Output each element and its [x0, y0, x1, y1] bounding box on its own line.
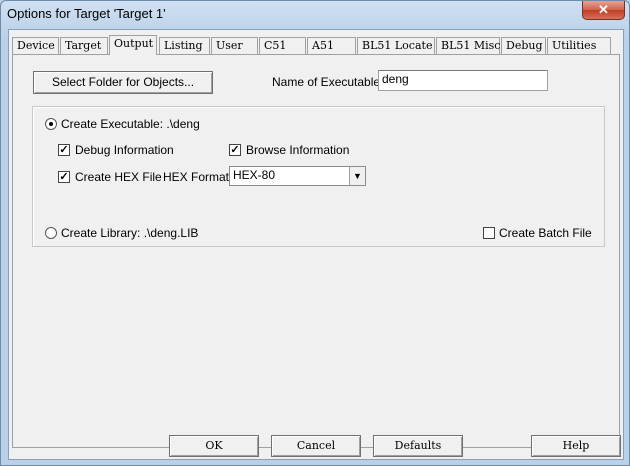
close-icon: ✕ — [598, 2, 609, 17]
radio-selected-dot — [49, 122, 53, 126]
hex-format-select[interactable]: HEX-80 ▼ — [229, 166, 366, 186]
tab-user[interactable]: User — [211, 37, 258, 54]
debug-information-checkbox[interactable]: ✓ — [58, 144, 70, 156]
chevron-down-icon[interactable]: ▼ — [349, 167, 365, 185]
create-hex-file-checkbox[interactable]: ✓ — [58, 171, 70, 183]
create-executable-label: Create Executable: .\deng — [61, 117, 200, 131]
create-library-label: Create Library: .\deng.LIB — [61, 226, 199, 240]
output-options-group: Create Executable: .\deng ✓ Debug Inform… — [32, 106, 605, 247]
cancel-button[interactable]: Cancel — [271, 435, 361, 457]
tab-bl51-locate[interactable]: BL51 Locate — [357, 37, 435, 54]
tab-c51[interactable]: C51 — [259, 37, 306, 54]
dialog-body: Device Target Output Listing User C51 A5… — [8, 29, 624, 460]
ok-button[interactable]: OK — [169, 435, 259, 457]
tab-a51[interactable]: A51 — [307, 37, 356, 54]
hex-format-label: HEX Format: — [163, 170, 233, 184]
help-button[interactable]: Help — [531, 435, 621, 457]
output-tab-page: Select Folder for Objects... Name of Exe… — [12, 54, 620, 448]
browse-information-checkbox[interactable]: ✓ — [229, 144, 241, 156]
tab-utilities[interactable]: Utilities — [547, 37, 611, 54]
create-batch-file-label: Create Batch File — [499, 226, 592, 240]
create-hex-file-label: Create HEX File — [75, 170, 162, 184]
options-dialog: Options for Target 'Target 1' ✕ Device T… — [0, 0, 630, 466]
title-bar[interactable]: Options for Target 'Target 1' ✕ — [1, 1, 630, 29]
create-executable-radio[interactable] — [45, 118, 57, 130]
name-of-executable-label: Name of Executable: — [272, 75, 384, 89]
tab-listing[interactable]: Listing — [159, 37, 210, 54]
tab-target[interactable]: Target — [60, 37, 108, 54]
create-batch-file-checkbox[interactable] — [483, 227, 495, 239]
select-folder-button[interactable]: Select Folder for Objects... — [33, 71, 213, 94]
tab-device[interactable]: Device — [12, 37, 59, 54]
executable-name-input[interactable]: deng — [378, 70, 548, 91]
tab-debug[interactable]: Debug — [501, 37, 546, 54]
window-title: Options for Target 'Target 1' — [7, 6, 166, 21]
hex-format-value: HEX-80 — [233, 168, 276, 182]
debug-information-label: Debug Information — [75, 143, 174, 157]
tab-output[interactable]: Output — [109, 35, 157, 55]
close-button[interactable]: ✕ — [582, 1, 625, 20]
create-library-radio[interactable] — [45, 227, 57, 239]
defaults-button[interactable]: Defaults — [373, 435, 463, 457]
browse-information-label: Browse Information — [246, 143, 350, 157]
tab-bl51-misc[interactable]: BL51 Misc — [436, 37, 500, 54]
